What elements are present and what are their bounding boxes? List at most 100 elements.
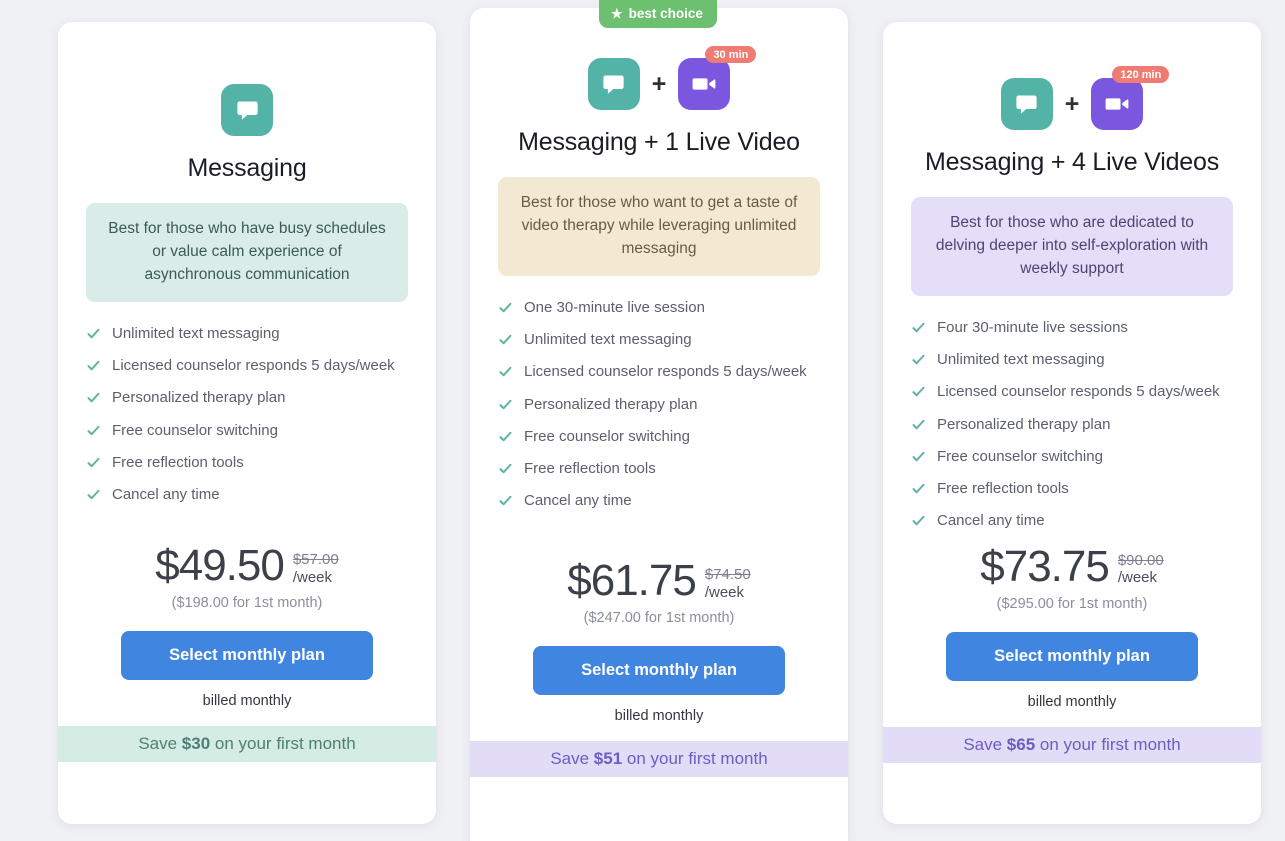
check-icon — [911, 352, 926, 367]
feature-label: Licensed counselor responds 5 days/week — [524, 363, 807, 381]
savings-suffix: on your first month — [622, 749, 768, 768]
plan-card-messaging-4-live-videos[interactable]: + 120 min Messaging + 4 Live Videos Best… — [883, 22, 1261, 824]
plan-price-block: $61.75 $74.50 /week ($247.00 for 1st mon… — [498, 555, 820, 626]
feature-label: Personalized therapy plan — [112, 389, 286, 407]
list-item: Unlimited text messaging — [86, 324, 408, 344]
plan-feature-list: Unlimited text messaging Licensed counse… — [86, 324, 408, 518]
list-item: Free reflection tools — [498, 459, 820, 479]
card-footer-spacer — [58, 762, 436, 824]
plan-card-messaging-1-live-video[interactable]: + 30 min Messaging + 1 Live Video Best f… — [470, 8, 848, 841]
savings-banner: Save $65 on your first month — [883, 726, 1261, 763]
check-icon — [498, 429, 513, 444]
plan-title: Messaging + 4 Live Videos — [924, 148, 1220, 176]
list-item: Licensed counselor responds 5 days/week — [498, 362, 820, 382]
feature-label: Four 30-minute live sessions — [937, 318, 1128, 336]
video-icon: 30 min — [678, 46, 757, 110]
plan-icon-row: + 30 min — [498, 46, 820, 110]
check-icon — [86, 326, 101, 341]
savings-amount: $30 — [181, 734, 211, 753]
select-monthly-plan-button[interactable]: Select monthly plan — [946, 631, 1198, 681]
savings-prefix: Save — [138, 734, 182, 753]
price-period: /week — [292, 568, 333, 586]
price-row: $61.75 $74.50 /week — [498, 555, 820, 605]
feature-label: Licensed counselor responds 5 days/week — [937, 383, 1220, 401]
list-item: Licensed counselor responds 5 days/week — [911, 382, 1233, 402]
plan-card-body: + 120 min Messaging + 4 Live Videos Best… — [883, 22, 1261, 710]
list-item: Personalized therapy plan — [498, 395, 820, 415]
check-icon — [911, 513, 926, 528]
list-item: Free reflection tools — [911, 479, 1233, 499]
plan-card-messaging[interactable]: Messaging Best for those who have busy s… — [58, 22, 436, 824]
list-item: Unlimited text messaging — [911, 350, 1233, 370]
savings-banner: Save $30 on your first month — [58, 726, 436, 762]
feature-label: Unlimited text messaging — [112, 324, 280, 342]
plan-price-block: $73.75 $90.00 /week ($295.00 for 1st mon… — [911, 543, 1233, 612]
list-item: Free counselor switching — [86, 421, 408, 441]
select-monthly-plan-button[interactable]: Select monthly plan — [533, 646, 785, 695]
plus-icon: + — [1064, 89, 1080, 118]
price-current: $49.50 — [155, 540, 285, 590]
select-monthly-plan-button[interactable]: Select monthly plan — [121, 631, 373, 680]
minutes-badge: 120 min — [1112, 66, 1170, 83]
plan-card-body: Messaging Best for those who have busy s… — [58, 22, 436, 709]
list-item: One 30-minute live session — [498, 298, 820, 318]
price-period: /week — [1117, 569, 1158, 587]
plan-card-body: + 30 min Messaging + 1 Live Video Best f… — [470, 8, 848, 724]
feature-label: Cancel any time — [112, 486, 220, 504]
feature-label: Unlimited text messaging — [937, 351, 1105, 369]
best-choice-label: best choice — [628, 6, 703, 21]
feature-label: One 30-minute live session — [524, 298, 705, 316]
price-row: $49.50 $57.00 /week — [86, 540, 408, 590]
feature-label: Cancel any time — [524, 492, 632, 510]
plan-description: Best for those who have busy schedules o… — [86, 203, 408, 302]
check-icon — [86, 423, 101, 438]
plan-description: Best for those who are dedicated to delv… — [911, 197, 1233, 296]
list-item: Cancel any time — [911, 511, 1233, 531]
feature-label: Free reflection tools — [524, 460, 656, 478]
feature-label: Free counselor switching — [112, 421, 278, 439]
check-icon — [498, 364, 513, 379]
plan-feature-list: One 30-minute live session Unlimited tex… — [498, 298, 820, 524]
check-icon — [498, 493, 513, 508]
list-item: Free counselor switching — [498, 427, 820, 447]
best-choice-badge: ★ best choice — [599, 0, 717, 28]
check-icon — [86, 358, 101, 373]
price-current: $61.75 — [567, 555, 697, 605]
list-item: Personalized therapy plan — [86, 388, 408, 408]
plan-icon-row: + 120 min — [911, 66, 1233, 130]
check-icon — [911, 417, 926, 432]
check-icon — [911, 384, 926, 399]
check-icon — [498, 332, 513, 347]
list-item: Cancel any time — [86, 485, 408, 505]
list-item: Licensed counselor responds 5 days/week — [86, 356, 408, 376]
plan-price-block: $49.50 $57.00 /week ($198.00 for 1st mon… — [86, 540, 408, 611]
price-original: $74.50 — [704, 566, 751, 584]
feature-label: Free counselor switching — [937, 447, 1103, 465]
price-side: $57.00 /week — [293, 545, 339, 586]
price-original: $90.00 — [1117, 552, 1164, 570]
list-item: Cancel any time — [498, 491, 820, 511]
list-item: Free reflection tools — [86, 453, 408, 473]
check-icon — [911, 449, 926, 464]
list-item: Unlimited text messaging — [498, 330, 820, 350]
savings-prefix: Save — [963, 734, 1007, 754]
chat-icon — [1000, 78, 1053, 130]
price-note: ($247.00 for 1st month) — [583, 610, 735, 626]
plan-description: Best for those who want to get a taste o… — [498, 177, 820, 276]
plus-icon: + — [651, 69, 667, 98]
card-footer-spacer — [883, 762, 1261, 824]
price-side: $90.00 /week — [1118, 546, 1164, 587]
price-note: ($198.00 for 1st month) — [171, 595, 323, 611]
feature-label: Free reflection tools — [112, 453, 244, 471]
star-icon: ★ — [611, 6, 623, 21]
feature-label: Personalized therapy plan — [937, 415, 1111, 433]
billing-note: billed monthly — [1027, 693, 1117, 710]
savings-amount: $65 — [1006, 734, 1036, 754]
savings-amount: $51 — [593, 749, 623, 768]
check-icon — [498, 300, 513, 315]
list-item: Personalized therapy plan — [911, 415, 1233, 435]
feature-label: Personalized therapy plan — [524, 395, 698, 413]
minutes-badge: 30 min — [705, 46, 757, 63]
chat-icon — [221, 84, 273, 136]
feature-label: Licensed counselor responds 5 days/week — [112, 357, 395, 375]
